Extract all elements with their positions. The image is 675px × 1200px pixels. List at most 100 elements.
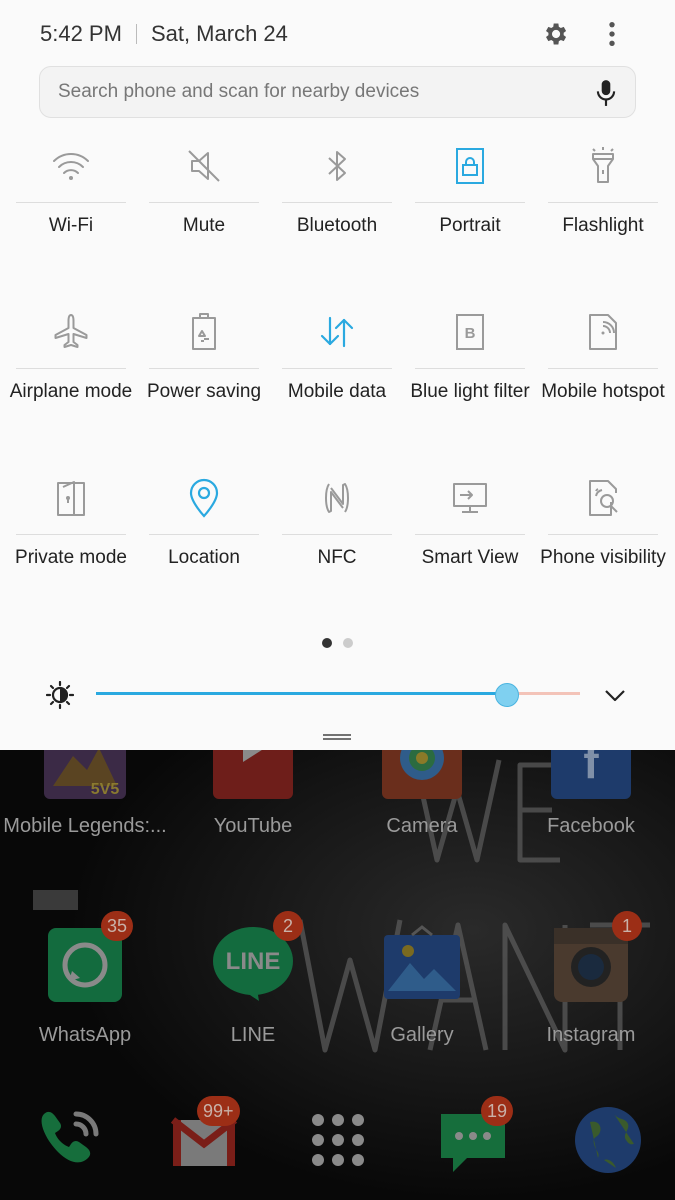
- notification-badge: 19: [481, 1096, 514, 1126]
- app-label: LINE: [230, 1024, 276, 1046]
- phone-icon[interactable]: [30, 1100, 110, 1180]
- date: Sat, March 24: [150, 21, 288, 46]
- tile-label: Mute: [182, 215, 226, 236]
- tile-wifi[interactable]: Wi-Fi: [16, 146, 126, 296]
- app-label: Mobile Legends:...: [3, 815, 167, 837]
- more-options-icon[interactable]: [598, 20, 626, 48]
- page-dot-active[interactable]: [322, 638, 332, 648]
- drag-handle-icon[interactable]: [323, 733, 351, 741]
- tile-label: Phone visibility: [540, 547, 666, 568]
- search-input[interactable]: [58, 67, 578, 117]
- data-arrows-icon: [320, 316, 354, 348]
- tile-label: Mobile hotspot: [541, 381, 665, 402]
- tile-divider: [282, 202, 392, 203]
- app-label: WhatsApp: [38, 1024, 132, 1046]
- clock: 5:42 PM: [40, 21, 122, 46]
- tile-divider: [548, 202, 658, 203]
- page-dot[interactable]: [343, 638, 353, 648]
- tile-label: Location: [168, 547, 240, 568]
- tile-label: Smart View: [421, 547, 519, 568]
- tile-divider: [16, 202, 126, 203]
- app-label: YouTube: [213, 815, 293, 837]
- slider-fill: [96, 692, 507, 695]
- search-bar[interactable]: [39, 66, 636, 118]
- youtube-icon: [213, 750, 293, 799]
- tile-label: Mobile data: [287, 381, 387, 402]
- tile-location[interactable]: Location: [149, 478, 259, 628]
- tile-divider: [282, 368, 392, 369]
- tile-flashlight[interactable]: Flashlight: [548, 146, 658, 296]
- app-camera[interactable]: Camera: [337, 750, 507, 838]
- tile-divider: [548, 368, 658, 369]
- tile-divider: [415, 202, 525, 203]
- tile-divider: [415, 534, 525, 535]
- app-youtube[interactable]: YouTube: [168, 750, 338, 838]
- tile-nfc[interactable]: NFC: [282, 478, 392, 628]
- tile-divider: [16, 368, 126, 369]
- mobile-legends-icon: 5V5: [44, 750, 126, 799]
- tile-mobile-data[interactable]: Mobile data: [282, 312, 392, 462]
- tile-bluetooth[interactable]: Bluetooth: [282, 146, 392, 296]
- airplane-icon: [54, 314, 88, 348]
- facebook-icon: f: [551, 750, 631, 799]
- tile-label: Power saving: [146, 381, 262, 402]
- tile-divider: [149, 202, 259, 203]
- gallery-icon: [384, 925, 460, 999]
- app-line[interactable]: LINE 2 LINE: [168, 911, 338, 1047]
- app-instagram[interactable]: 1 Instagram: [506, 911, 675, 1047]
- tile-label: Wi-Fi: [48, 215, 94, 236]
- tile-smart-view[interactable]: Smart View: [415, 478, 525, 628]
- internet-globe-icon[interactable]: [568, 1100, 648, 1180]
- notification-badge: 2: [273, 911, 303, 941]
- bluetooth-icon: [328, 151, 346, 181]
- divider: [135, 24, 137, 44]
- slider-thumb[interactable]: [495, 683, 519, 707]
- tile-mobile-hotspot[interactable]: Mobile hotspot: [541, 312, 665, 462]
- mute-icon: [188, 150, 220, 182]
- smart-view-icon: [453, 483, 487, 513]
- tile-mute[interactable]: Mute: [149, 146, 259, 296]
- app-label: Gallery: [390, 1024, 454, 1046]
- hotspot-icon: [589, 314, 617, 350]
- tile-phone-visibility[interactable]: Phone visibility: [540, 478, 666, 628]
- chevron-down-icon[interactable]: [602, 684, 628, 706]
- tile-power-saving[interactable]: Power saving: [147, 312, 261, 462]
- notification-badge: 1: [612, 911, 642, 941]
- home-screen: 5V5 Mobile Legends:... YouTube Camera f …: [0, 750, 675, 1200]
- brightness-slider[interactable]: [96, 683, 580, 707]
- tile-label: Flashlight: [562, 215, 644, 236]
- app-label: Facebook: [547, 815, 635, 837]
- tile-label: Bluetooth: [296, 215, 378, 236]
- apps-grid-icon[interactable]: [298, 1100, 378, 1180]
- battery-recycle-icon: [192, 313, 216, 350]
- tile-label: Blue light filter: [410, 381, 530, 402]
- app-mobile-legends[interactable]: 5V5 Mobile Legends:...: [0, 750, 170, 838]
- tile-divider: [282, 534, 392, 535]
- app-facebook[interactable]: f Facebook: [506, 750, 675, 838]
- tile-blue-light-filter[interactable]: B Blue light filter: [410, 312, 530, 462]
- dock-messages[interactable]: 19: [433, 1096, 514, 1180]
- phone-visibility-icon: [589, 480, 618, 516]
- tile-portrait[interactable]: Portrait: [415, 146, 525, 296]
- svg-text:5V5: 5V5: [91, 781, 120, 798]
- dock-gmail[interactable]: 99+: [165, 1096, 245, 1180]
- app-whatsapp[interactable]: 35 WhatsApp: [0, 911, 170, 1047]
- app-label: Instagram: [546, 1024, 636, 1046]
- camera-icon: [382, 750, 462, 799]
- svg-text:B: B: [465, 325, 476, 342]
- microphone-icon[interactable]: [593, 79, 619, 107]
- tile-divider: [16, 534, 126, 535]
- nfc-icon: [325, 483, 349, 513]
- tile-airplane-mode[interactable]: Airplane mode: [10, 312, 132, 462]
- tile-label: Portrait: [439, 215, 501, 236]
- brightness-icon: [46, 681, 74, 709]
- notification-badge: 35: [101, 911, 134, 941]
- app-gallery[interactable]: Gallery: [337, 925, 507, 1047]
- tile-divider: [415, 368, 525, 369]
- tile-private-mode[interactable]: Private mode: [15, 478, 127, 628]
- portrait-lock-icon: [456, 148, 484, 184]
- blue-light-icon: B: [456, 314, 484, 350]
- gear-icon[interactable]: [541, 20, 569, 48]
- status-bar: 5:42 PM Sat, March 24: [40, 18, 288, 50]
- flashlight-icon: [592, 147, 614, 183]
